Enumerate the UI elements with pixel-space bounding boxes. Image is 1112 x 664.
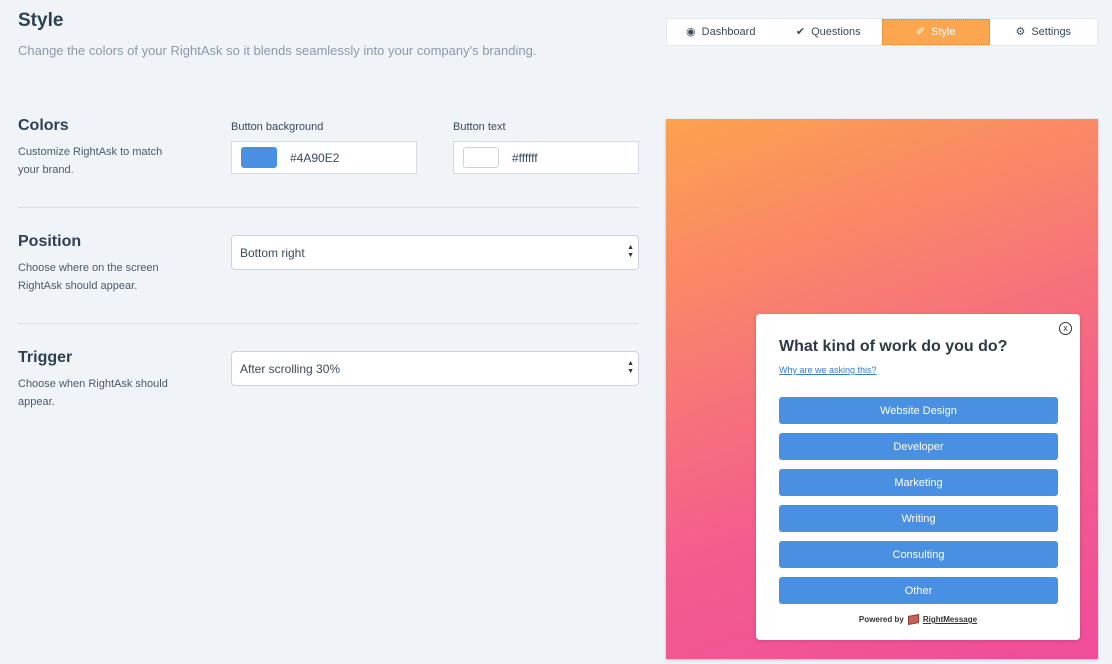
answer-button-consulting[interactable]: Consulting (779, 541, 1058, 568)
colors-description: Customize RightAsk to match your brand. (18, 146, 163, 176)
tab-settings[interactable]: ⚙ Settings (990, 19, 1098, 45)
button-text-input[interactable]: #ffffff (453, 141, 639, 174)
divider (18, 323, 639, 324)
trigger-select-value: After scrolling 30% (240, 361, 341, 376)
rightmessage-link[interactable]: RightMessage (923, 615, 977, 624)
why-asking-link[interactable]: Why are we asking this? (779, 365, 877, 375)
select-arrows-icon: ▲ ▼ (627, 244, 634, 259)
powered-by: Powered by RightMessage (756, 614, 1080, 625)
widget-question: What kind of work do you do? (779, 338, 1008, 355)
trigger-select[interactable]: After scrolling 30% ▲ ▼ (231, 351, 639, 386)
button-background-label: Button background (231, 121, 324, 133)
select-arrows-icon: ▲ ▼ (627, 360, 634, 375)
check-icon: ✔ (795, 25, 806, 38)
rightmessage-logo-icon (907, 614, 919, 625)
dashboard-icon: ◉ (686, 25, 696, 38)
button-text-swatch[interactable] (463, 147, 499, 168)
brush-icon: ✐ (915, 25, 926, 38)
button-text-value: #ffffff (512, 150, 538, 165)
answer-button-other[interactable]: Other (779, 577, 1058, 604)
rightask-widget: x What kind of work do you do? Why are w… (756, 314, 1080, 640)
button-background-value: #4A90E2 (290, 150, 340, 165)
powered-by-label: Powered by (858, 615, 904, 624)
gear-icon: ⚙ (1015, 25, 1026, 38)
answer-button-writing[interactable]: Writing (779, 505, 1058, 532)
answer-button-website-design[interactable]: Website Design (779, 397, 1058, 424)
close-icon[interactable]: x (1059, 322, 1072, 335)
colors-heading: Colors (18, 117, 69, 134)
tab-style[interactable]: ✐ Style (882, 19, 990, 45)
position-select-value: Bottom right (240, 245, 305, 260)
page-subtitle: Change the colors of your RightAsk so it… (18, 43, 537, 58)
answer-list: Website Design Developer Marketing Writi… (779, 397, 1058, 613)
tab-style-label: Style (931, 26, 956, 38)
button-background-swatch[interactable] (241, 147, 277, 168)
position-description: Choose where on the screen RightAsk shou… (18, 262, 159, 292)
button-background-input[interactable]: #4A90E2 (231, 141, 417, 174)
trigger-description: Choose when RightAsk should appear. (18, 378, 168, 408)
answer-button-marketing[interactable]: Marketing (779, 469, 1058, 496)
tab-questions[interactable]: ✔ Questions (775, 19, 883, 45)
button-text-label: Button text (453, 121, 506, 133)
position-select[interactable]: Bottom right ▲ ▼ (231, 235, 639, 270)
tab-questions-label: Questions (811, 26, 861, 38)
tab-dashboard-label: Dashboard (701, 26, 756, 38)
divider (18, 207, 639, 208)
answer-button-developer[interactable]: Developer (779, 433, 1058, 460)
tab-dashboard[interactable]: ◉ Dashboard (667, 19, 775, 45)
page-title: Style (18, 10, 64, 31)
style-preview: x What kind of work do you do? Why are w… (666, 119, 1098, 659)
tab-settings-label: Settings (1031, 26, 1072, 38)
nav-tabs: ◉ Dashboard ✔ Questions ✐ Style ⚙ Settin… (666, 18, 1098, 46)
